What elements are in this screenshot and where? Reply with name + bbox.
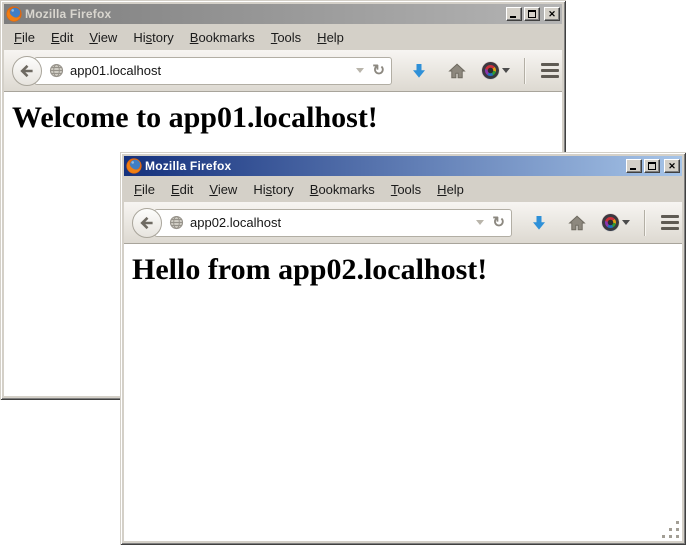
home-button[interactable] bbox=[568, 215, 586, 231]
menu-view[interactable]: View bbox=[201, 181, 245, 198]
page-heading: Welcome to app01.localhost! bbox=[12, 101, 562, 135]
download-button[interactable] bbox=[530, 214, 548, 232]
menu-tools[interactable]: Tools bbox=[383, 181, 429, 198]
close-button[interactable]: ✕ bbox=[544, 7, 560, 21]
addon-button[interactable] bbox=[482, 62, 510, 79]
toolbar-separator bbox=[524, 58, 525, 84]
titlebar[interactable]: Mozilla Firefox ✕ bbox=[4, 4, 562, 24]
addon-dropdown-icon bbox=[622, 220, 630, 229]
back-button[interactable] bbox=[12, 56, 42, 86]
maximize-icon bbox=[648, 162, 656, 170]
menu-view[interactable]: View bbox=[81, 29, 125, 46]
download-button[interactable] bbox=[410, 62, 428, 80]
window-title: Mozilla Firefox bbox=[145, 159, 623, 173]
maximize-button[interactable] bbox=[524, 7, 540, 21]
hamburger-icon bbox=[661, 215, 679, 218]
menu-bookmarks[interactable]: Bookmarks bbox=[302, 181, 383, 198]
firefox-icon bbox=[126, 158, 142, 174]
maximize-icon bbox=[528, 10, 536, 18]
menu-tools[interactable]: Tools bbox=[263, 29, 309, 46]
close-icon: ✕ bbox=[548, 10, 556, 19]
browser-window-app02[interactable]: Mozilla Firefox ✕ File Edit View History… bbox=[120, 152, 686, 545]
resize-grip[interactable] bbox=[676, 535, 679, 538]
reload-icon[interactable]: ↻ bbox=[492, 215, 505, 230]
menu-help[interactable]: Help bbox=[309, 29, 352, 46]
navigation-toolbar: app01.localhost ↻ bbox=[4, 50, 562, 92]
color-wheel-icon bbox=[602, 214, 619, 231]
menu-panel-button[interactable] bbox=[538, 60, 562, 81]
menu-help[interactable]: Help bbox=[429, 181, 472, 198]
home-button[interactable] bbox=[448, 63, 466, 79]
download-icon bbox=[530, 214, 548, 232]
menubar: File Edit View History Bookmarks Tools H… bbox=[4, 24, 562, 50]
minimize-button[interactable] bbox=[506, 7, 522, 21]
firefox-icon bbox=[6, 6, 22, 22]
maximize-button[interactable] bbox=[644, 159, 660, 173]
download-icon bbox=[410, 62, 428, 80]
urlbar-dropdown-icon[interactable] bbox=[356, 68, 364, 77]
menu-panel-button[interactable] bbox=[658, 212, 682, 233]
menubar: File Edit View History Bookmarks Tools H… bbox=[124, 176, 682, 202]
url-bar[interactable]: app02.localhost ↻ bbox=[154, 209, 512, 237]
reload-icon[interactable]: ↻ bbox=[372, 63, 385, 78]
globe-icon[interactable] bbox=[169, 215, 184, 230]
titlebar[interactable]: Mozilla Firefox ✕ bbox=[124, 156, 682, 176]
close-icon: ✕ bbox=[668, 162, 676, 171]
globe-icon[interactable] bbox=[49, 63, 64, 78]
close-button[interactable]: ✕ bbox=[664, 159, 680, 173]
back-arrow-icon bbox=[139, 215, 155, 231]
menu-file[interactable]: File bbox=[126, 181, 163, 198]
minimize-icon bbox=[510, 16, 516, 18]
toolbar-separator bbox=[644, 210, 645, 236]
home-icon bbox=[568, 215, 586, 231]
addon-button[interactable] bbox=[602, 214, 630, 231]
url-text[interactable]: app02.localhost bbox=[190, 215, 472, 230]
menu-edit[interactable]: Edit bbox=[43, 29, 81, 46]
menu-history[interactable]: History bbox=[125, 29, 181, 46]
hamburger-icon bbox=[541, 63, 559, 66]
menu-edit[interactable]: Edit bbox=[163, 181, 201, 198]
color-wheel-icon bbox=[482, 62, 499, 79]
urlbar-dropdown-icon[interactable] bbox=[476, 220, 484, 229]
home-icon bbox=[448, 63, 466, 79]
url-bar[interactable]: app01.localhost ↻ bbox=[34, 57, 392, 85]
page-content-app02: Hello from app02.localhost! bbox=[124, 244, 682, 541]
page-heading: Hello from app02.localhost! bbox=[132, 253, 682, 287]
menu-history[interactable]: History bbox=[245, 181, 301, 198]
minimize-button[interactable] bbox=[626, 159, 642, 173]
minimize-icon bbox=[630, 168, 636, 170]
menu-bookmarks[interactable]: Bookmarks bbox=[182, 29, 263, 46]
navigation-toolbar: app02.localhost ↻ bbox=[124, 202, 682, 244]
back-button[interactable] bbox=[132, 208, 162, 238]
url-text[interactable]: app01.localhost bbox=[70, 63, 352, 78]
back-arrow-icon bbox=[19, 63, 35, 79]
addon-dropdown-icon bbox=[502, 68, 510, 77]
window-title: Mozilla Firefox bbox=[25, 7, 503, 21]
menu-file[interactable]: File bbox=[6, 29, 43, 46]
